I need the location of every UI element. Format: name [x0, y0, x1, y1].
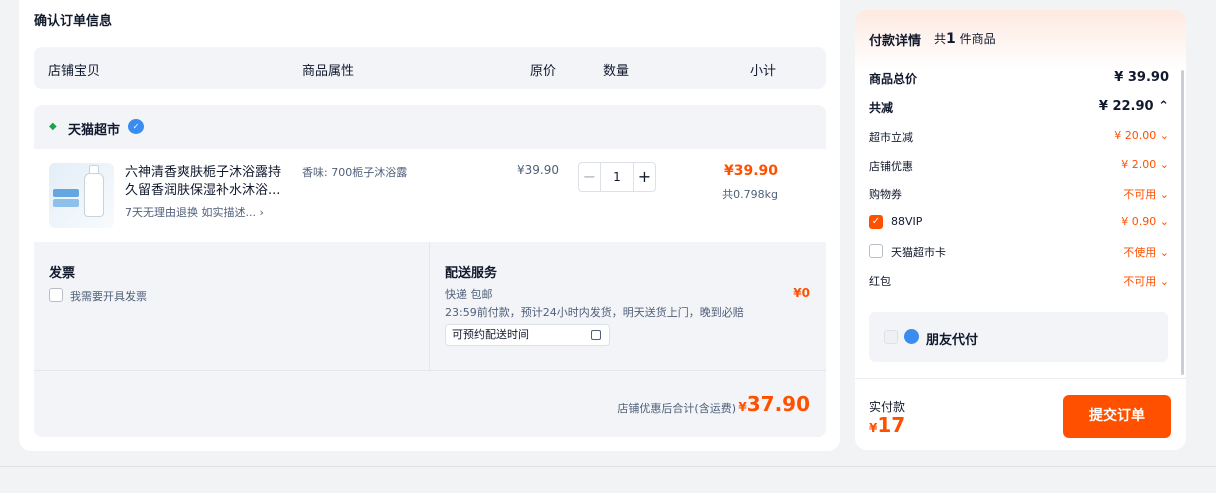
footer-divider	[0, 466, 1216, 467]
calendar-icon	[591, 330, 601, 340]
friend-pay-icon	[904, 329, 919, 344]
invoice-checkbox[interactable]	[49, 288, 63, 302]
row-88vip[interactable]: ✓ 88VIP ¥ 0.90 ⌄	[869, 213, 1169, 233]
shipping-section: 配送服务 快递 包邮 ¥0 23:59前付款，预计24小时内发货，明天送货上门，…	[429, 242, 826, 370]
plus-icon[interactable]: +	[633, 163, 655, 191]
friend-pay-label: 朋友代付	[926, 333, 979, 348]
row-total-discount[interactable]: 共减 ¥ 22.90 ⌃	[869, 97, 1169, 117]
order-info-card: 确认订单信息 店铺宝贝 商品属性 原价 数量 小计 ◆ 天猫超市 ✓ 六神清香爽…	[19, 0, 840, 451]
invoice-label[interactable]: 我需要开具发票	[70, 288, 147, 304]
product-weight: 共0.798kg	[722, 188, 778, 201]
col-subtotal: 小计	[750, 64, 777, 79]
quantity-stepper: − 1 +	[578, 162, 656, 192]
88vip-checkbox[interactable]: ✓	[869, 215, 883, 229]
col-shop-item: 店铺宝贝	[48, 64, 101, 79]
row-supermarket-discount[interactable]: 超市立减 ¥ 20.00 ⌄	[869, 127, 1169, 147]
invoice-section: 发票 我需要开具发票	[34, 242, 429, 370]
payment-details-card: 付款详情 共1 件商品 商品总价 ¥ 39.90 共减 ¥ 22.90 ⌃ 超市…	[855, 10, 1186, 450]
col-attribute: 商品属性	[302, 64, 355, 79]
product-services[interactable]: 7天无理由退换 如实描述... ›	[125, 204, 264, 220]
row-shop-discount[interactable]: 店铺优惠 ¥ 2.00 ⌄	[869, 156, 1169, 176]
page-title: 确认订单信息	[34, 14, 113, 29]
shop-block: ◆ 天猫超市 ✓ 六神清香爽肤栀子沐浴露持久留香润肤保湿补水沐浴... 7天无理…	[34, 105, 826, 437]
table-header: 店铺宝贝 商品属性 原价 数量 小计	[34, 47, 826, 89]
col-price: 原价	[530, 64, 557, 79]
submit-order-button[interactable]: 提交订单	[1063, 395, 1171, 438]
payment-details-title: 付款详情	[869, 34, 922, 49]
chevron-right-icon: ›	[259, 206, 264, 219]
row-tmall-card[interactable]: 天猫超市卡 不使用 ⌄	[869, 242, 1169, 262]
friend-pay-option[interactable]: 朋友代付	[869, 312, 1168, 362]
item-count: 共1 件商品	[934, 31, 996, 47]
friend-pay-checkbox[interactable]	[884, 330, 898, 344]
table-row: 六神清香爽肤栀子沐浴露持久留香润肤保湿补水沐浴... 7天无理由退换 如实描述.…	[34, 149, 826, 242]
row-red-packet[interactable]: 红包 不可用 ⌄	[869, 271, 1169, 291]
product-price: ¥39.90	[517, 163, 559, 177]
product-image[interactable]	[49, 163, 114, 228]
shop-total: 店铺优惠后合计(含运费) ¥37.90	[34, 370, 826, 437]
col-quantity: 数量	[603, 64, 630, 79]
row-goods-total: 商品总价 ¥ 39.90	[869, 70, 1169, 86]
shop-name[interactable]: 天猫超市	[68, 119, 120, 138]
shipping-fee: ¥0	[793, 286, 810, 300]
product-attribute: 香味: 700栀子沐浴露	[302, 166, 408, 179]
scrollbar[interactable]	[1181, 70, 1184, 375]
quantity-input[interactable]: 1	[601, 163, 633, 191]
payment-footer: 实付款 ¥17 提交订单	[855, 378, 1186, 450]
shop-header: ◆ 天猫超市 ✓	[34, 105, 826, 149]
actual-pay-value: ¥17	[869, 413, 906, 437]
shop-total-value: ¥37.90	[738, 392, 810, 416]
product-subtotal: ¥39.90	[723, 163, 778, 179]
shop-total-label: 店铺优惠后合计(含运费)	[617, 402, 736, 415]
shipping-note: 23:59前付款，预计24小时内发货，明天送货上门，晚到必赔	[445, 306, 744, 319]
shipping-method: 快递 包邮	[445, 288, 493, 301]
minus-icon[interactable]: −	[579, 163, 601, 191]
tmall-logo-icon: ◆	[49, 121, 57, 132]
invoice-title: 发票	[49, 266, 76, 281]
shop-badge-icon: ✓	[128, 119, 144, 134]
row-coupon[interactable]: 购物券 不可用 ⌄	[869, 184, 1169, 204]
product-name[interactable]: 六神清香爽肤栀子沐浴露持久留香润肤保湿补水沐浴...	[125, 164, 283, 200]
tmall-card-checkbox[interactable]	[869, 244, 883, 258]
shipping-title: 配送服务	[445, 266, 498, 281]
delivery-time-select[interactable]: 可预约配送时间	[445, 324, 610, 346]
